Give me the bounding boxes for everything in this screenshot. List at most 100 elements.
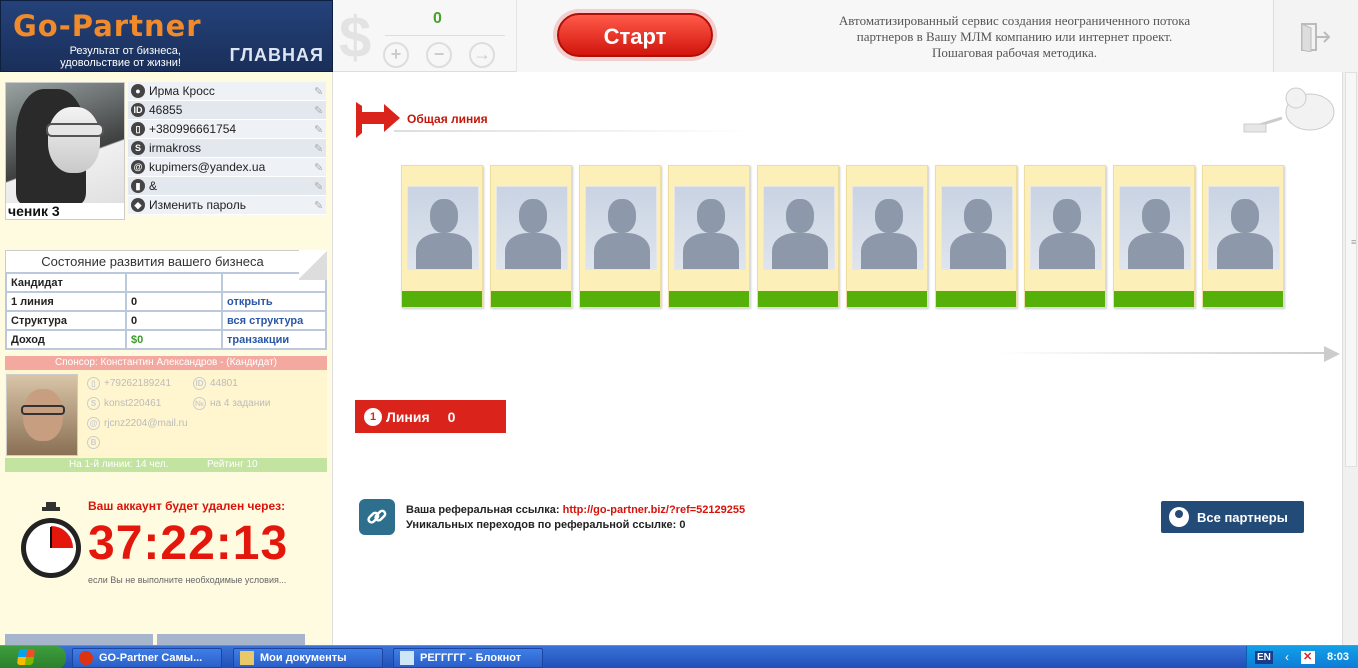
profile-id: 46855	[149, 103, 183, 117]
red-arrow-ribbon-icon	[356, 102, 400, 138]
service-line-2: партнеров в Вашу МЛМ компанию или интерн…	[856, 29, 1173, 44]
partner-status-bar	[1025, 291, 1105, 307]
table-row: 1 линия 0 открыть	[5, 291, 327, 312]
table-row: Структура 0 вся структура	[5, 310, 327, 331]
open-first-line-link[interactable]: открыть	[221, 291, 327, 312]
profile-photo[interactable]: ченик 3	[5, 82, 125, 220]
id-icon: ID	[193, 377, 206, 390]
profile-phone-row[interactable]: ▯ +380996661754 ✎	[128, 120, 326, 139]
partner-status-bar	[936, 291, 1016, 307]
language-indicator[interactable]: EN	[1255, 651, 1273, 664]
partner-card[interactable]	[668, 165, 750, 308]
partner-card[interactable]	[579, 165, 661, 308]
withdraw-minus-icon[interactable]: −	[426, 42, 452, 68]
partner-card[interactable]	[401, 165, 483, 308]
profile-wallet: &	[149, 179, 158, 193]
partner-card[interactable]	[1024, 165, 1106, 308]
partner-card[interactable]	[757, 165, 839, 308]
sponsor-extra-row: B	[87, 436, 104, 449]
id-icon: ID	[131, 103, 145, 117]
avatar-placeholder	[585, 186, 657, 270]
avatar-placeholder	[674, 186, 746, 270]
network-disconnected-icon[interactable]	[1301, 650, 1315, 664]
taskbar-item-label: РЕГГГГГ - Блокнот	[420, 652, 522, 664]
edit-pencil-icon[interactable]: ✎	[314, 180, 326, 193]
referral-info: Ваша реферальная ссылка: http://go-partn…	[406, 503, 745, 533]
b-icon: B	[87, 436, 100, 449]
balance-divider	[385, 35, 505, 36]
next-arrow-line	[999, 352, 1329, 354]
line-label: Линия	[386, 408, 430, 425]
profile-email-row[interactable]: @ kupimers@yandex.ua ✎	[128, 158, 326, 177]
referral-link[interactable]: http://go-partner.biz/?ref=52129255	[563, 504, 745, 516]
logo-home-link[interactable]: Go-Partner Результат от бизнеса, удоволь…	[0, 0, 333, 72]
avatar-placeholder	[1119, 186, 1191, 270]
taskbar-item-notepad[interactable]: РЕГГГГГ - Блокнот	[393, 648, 543, 668]
edit-pencil-icon[interactable]: ✎	[314, 123, 326, 136]
partner-card[interactable]	[1113, 165, 1195, 308]
all-partners-label: Все партнеры	[1197, 509, 1288, 525]
slogan-line-2: удовольствие от жизни!	[60, 57, 181, 69]
partner-slots	[401, 165, 1284, 308]
taskbar-item-label: Мои документы	[260, 652, 347, 664]
bottom-tab-1[interactable]	[5, 634, 153, 645]
partner-card[interactable]	[1202, 165, 1284, 308]
income-value: $0	[125, 329, 223, 350]
edit-pencil-icon[interactable]: ✎	[314, 85, 326, 98]
line-button[interactable]: 1 Линия 0	[355, 400, 506, 433]
sponsor-glasses	[21, 405, 65, 415]
partner-card[interactable]	[935, 165, 1017, 308]
mascot-illustration	[1243, 87, 1335, 133]
business-status-table: Кандидат 1 линия 0 открыть Структура 0 вся с…	[5, 272, 327, 350]
email-icon: @	[131, 160, 145, 174]
exit-icon	[1301, 23, 1331, 52]
tray-expand-icon[interactable]: ‹	[1285, 650, 1289, 664]
next-arrow-icon[interactable]	[1324, 346, 1340, 362]
table-row: Кандидат	[5, 272, 327, 293]
bottom-tabs	[5, 634, 325, 645]
taskbar-item-documents[interactable]: Мои документы	[233, 648, 383, 668]
section-title: Общая линия	[407, 112, 488, 126]
bottom-tab-2[interactable]	[157, 634, 305, 645]
skype-icon: S	[131, 141, 145, 155]
profile-wallet-row[interactable]: ▮ & ✎	[128, 177, 326, 196]
sponsor-id-row: ID 44801	[193, 377, 238, 390]
change-password-link[interactable]: Изменить пароль	[149, 198, 314, 212]
partner-card[interactable]	[490, 165, 572, 308]
transactions-link[interactable]: транзакции	[221, 329, 327, 350]
change-password-row[interactable]: ◆ Изменить пароль ✎	[128, 196, 326, 215]
scrollbar-thumb[interactable]: ≡	[1345, 72, 1357, 467]
all-partners-button[interactable]: Все партнеры	[1161, 501, 1304, 533]
partner-status-bar	[580, 291, 660, 307]
edit-pencil-icon[interactable]: ✎	[314, 199, 326, 212]
logout-button[interactable]	[1273, 0, 1358, 72]
avatar-placeholder	[763, 186, 835, 270]
dollar-icon: $	[339, 5, 372, 70]
start-button[interactable]: Старт	[557, 13, 713, 57]
profile-email: kupimers@yandex.ua	[149, 160, 266, 174]
referral-clicks-value: 0	[679, 519, 686, 531]
profile-id-row[interactable]: ID 46855 ✎	[128, 101, 326, 120]
edit-pencil-icon[interactable]: ✎	[314, 161, 326, 174]
partner-card[interactable]	[846, 165, 928, 308]
sponsor-id: 44801	[210, 378, 238, 389]
status-value	[125, 272, 223, 293]
slogan-line-1: Результат от бизнеса,	[69, 45, 181, 57]
windows-start-button[interactable]	[0, 646, 66, 668]
clock: 8:03	[1327, 651, 1350, 663]
sponsor-skype-row: Skonst220461	[87, 397, 161, 410]
status-label: Структура	[5, 310, 127, 331]
full-structure-link[interactable]: вся структура	[221, 310, 327, 331]
sponsor-title: Спонсор: Константин Александров - (Канди…	[5, 356, 327, 370]
profile-skype-row[interactable]: Sirmakross ✎	[128, 139, 326, 158]
profile-name-row[interactable]: ● Ирма Кросс ✎	[128, 82, 326, 101]
taskbar-item-browser[interactable]: GO-Partner Самы...	[72, 648, 222, 668]
photo-glasses	[46, 123, 104, 137]
vertical-scrollbar[interactable]: ≡	[1342, 72, 1358, 645]
avatar-placeholder	[1208, 186, 1280, 270]
edit-pencil-icon[interactable]: ✎	[314, 104, 326, 117]
line-icon: 1	[364, 407, 382, 426]
edit-pencil-icon[interactable]: ✎	[314, 142, 326, 155]
transfer-arrow-icon[interactable]: →	[469, 42, 495, 68]
deposit-plus-icon[interactable]: +	[383, 42, 409, 68]
